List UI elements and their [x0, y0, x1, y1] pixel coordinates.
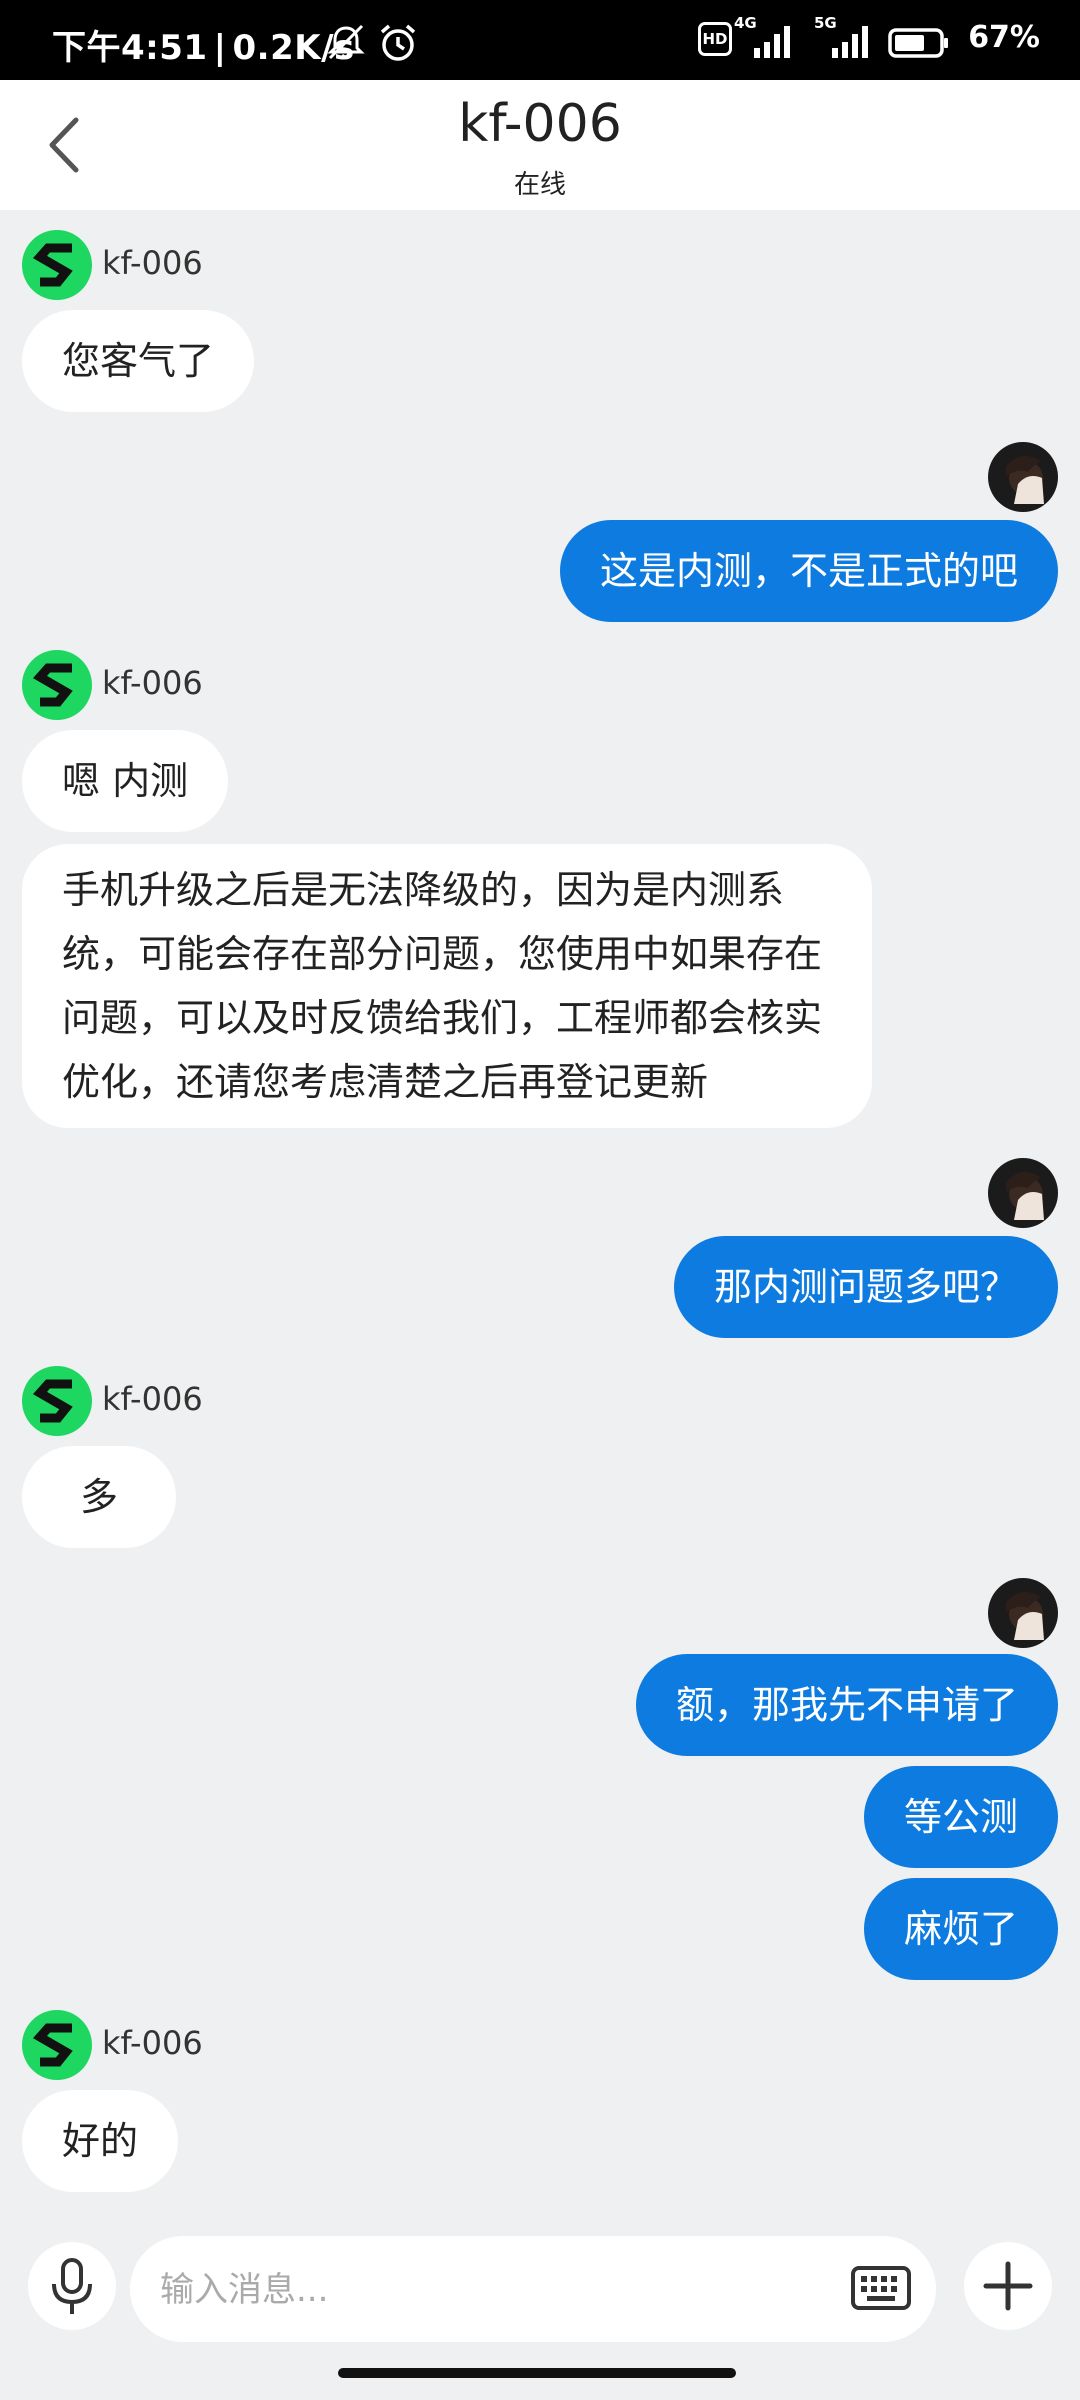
user-avatar[interactable]	[988, 442, 1058, 512]
voice-button[interactable]	[28, 2242, 116, 2330]
user-avatar[interactable]	[988, 1578, 1058, 1648]
user-avatar-image	[988, 442, 1058, 512]
home-indicator[interactable]	[338, 2368, 736, 2378]
message-bubble-user: 这是内测，不是正式的吧	[559, 520, 1058, 622]
agent-avatar[interactable]	[22, 2010, 92, 2080]
mic-icon	[52, 2258, 92, 2314]
online-status: 在线	[513, 170, 566, 200]
message-bubble-agent: 您客气了	[22, 310, 255, 412]
user-avatar[interactable]	[988, 1158, 1058, 1228]
message-bubble-agent: 好的	[22, 2090, 179, 2192]
message-bubble-user: 等公测	[863, 1766, 1058, 1868]
chat-header: kf-006 在线	[0, 80, 1080, 210]
message-bubble-user: 额，那我先不申请了	[635, 1654, 1058, 1756]
page-title: kf-006	[458, 94, 622, 154]
agent-name: kf-006	[102, 2024, 203, 2062]
agent-name: kf-006	[102, 1380, 203, 1418]
plus-icon	[983, 2261, 1033, 2311]
alarm-icon	[380, 24, 416, 61]
keyboard-icon[interactable]	[850, 2260, 912, 2316]
hd-icon: HD	[698, 22, 732, 56]
message-bubble-agent: 多	[22, 1446, 176, 1548]
status-time: 下午4:51	[52, 28, 208, 68]
message-field[interactable]	[130, 2236, 936, 2342]
net-5g-label: 5G	[814, 14, 837, 32]
status-bar: 下午4:51 | 0.2K/s HD 4G 5G 67%	[0, 0, 1080, 80]
message-input[interactable]	[160, 2262, 840, 2318]
message-bubble-user: 麻烦了	[863, 1878, 1058, 1980]
agent-avatar[interactable]	[22, 1366, 92, 1436]
battery-percent: 67%	[968, 20, 1040, 55]
agent-name: kf-006	[102, 664, 203, 702]
message-input-bar	[0, 2230, 1080, 2360]
agent-avatar[interactable]	[22, 650, 92, 720]
agent-name: kf-006	[102, 244, 203, 282]
user-avatar-image	[988, 1158, 1058, 1228]
user-avatar-image	[988, 1578, 1058, 1648]
message-bubble-agent: 手机升级之后是无法降级的，因为是内测系统，可能会存在部分问题，您使用中如果存在问…	[22, 844, 872, 1128]
battery-icon	[888, 28, 948, 58]
agent-avatar[interactable]	[22, 230, 92, 300]
message-bubble-agent: 嗯 内测	[22, 730, 229, 832]
status-time-speed: 下午4:51 | 0.2K/s	[52, 28, 355, 68]
net-4g-label: 4G	[734, 14, 757, 32]
silent-bell-icon	[327, 24, 365, 60]
add-attachment-button[interactable]	[964, 2242, 1052, 2330]
message-bubble-user: 那内测问题多吧？	[673, 1236, 1058, 1338]
